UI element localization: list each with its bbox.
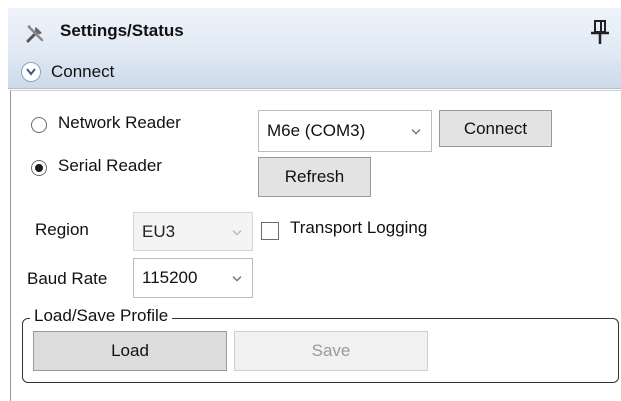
load-button[interactable]: Load — [33, 331, 227, 371]
section-title: Connect — [51, 62, 115, 81]
network-reader-radio[interactable] — [31, 117, 47, 133]
profile-legend: Load/Save Profile — [30, 306, 173, 326]
baud-rate-label: Baud Rate — [27, 269, 108, 288]
chevron-down-icon — [232, 229, 242, 236]
pin-icon[interactable] — [589, 18, 611, 46]
panel-title: Settings/Status — [60, 21, 184, 40]
serial-reader-label: Serial Reader — [58, 156, 162, 175]
transport-logging-label: Transport Logging — [290, 218, 428, 237]
connect-section-header[interactable]: Connect — [8, 58, 621, 89]
region-select-value: EU3 — [142, 221, 176, 241]
region-label: Region — [35, 220, 89, 239]
baud-rate-select[interactable]: 115200 — [133, 258, 253, 298]
serial-reader-radio[interactable] — [31, 160, 47, 176]
panel-header: Settings/Status — [8, 8, 621, 59]
chevron-down-icon[interactable] — [21, 62, 41, 82]
network-reader-label: Network Reader — [58, 113, 181, 132]
chevron-down-icon — [232, 276, 242, 282]
transport-logging-checkbox[interactable] — [261, 222, 279, 240]
save-button[interactable]: Save — [234, 331, 428, 371]
chevron-down-icon — [411, 129, 421, 135]
tools-icon — [26, 25, 44, 43]
baud-rate-select-value: 115200 — [142, 268, 198, 287]
connect-button[interactable]: Connect — [439, 110, 552, 147]
reader-select-value: M6e (COM3) — [267, 121, 366, 140]
refresh-button[interactable]: Refresh — [258, 157, 371, 197]
reader-select[interactable]: M6e (COM3) — [258, 110, 432, 152]
region-select: EU3 — [133, 212, 253, 251]
